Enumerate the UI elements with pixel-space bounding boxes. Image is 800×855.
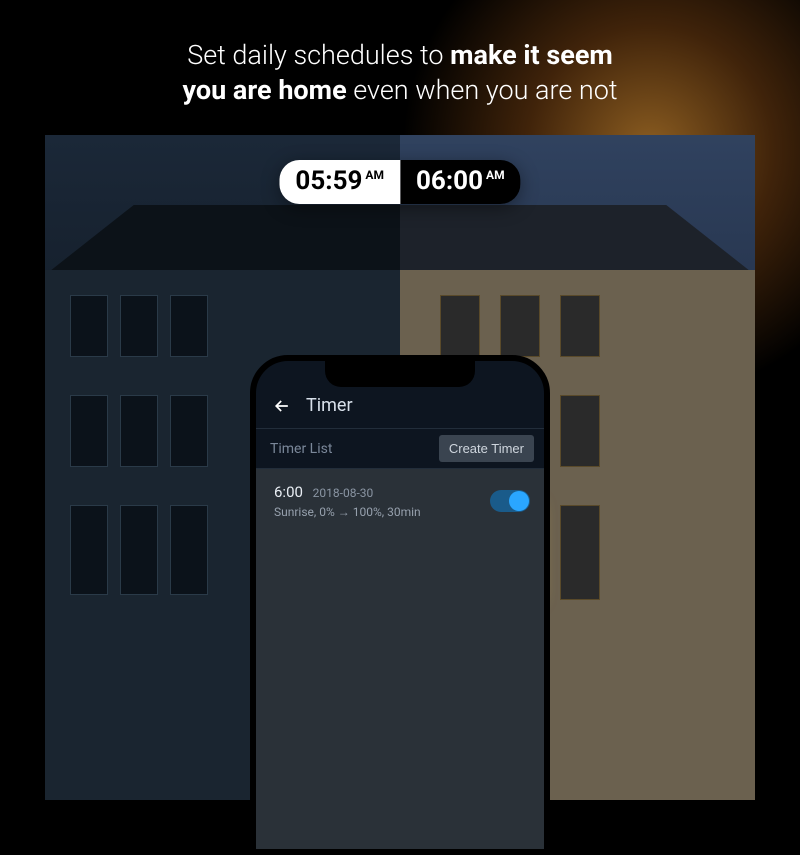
time-after-ampm: AM [486,168,505,182]
timer-item-text: 6:00 2018-08-30 Sunrise, 0% → 100%, 30mi… [274,483,421,519]
timer-list-header: Timer List Create Timer [256,428,544,469]
headline: Set daily schedules to make it seem you … [0,38,800,108]
timer-toggle[interactable] [490,490,530,512]
headline-part2: you are home [182,74,346,106]
timer-date: 2018-08-30 [313,486,374,500]
time-comparison-pill: 05:59 AM 06:00 AM [279,160,520,204]
timer-item[interactable]: 6:00 2018-08-30 Sunrise, 0% → 100%, 30mi… [256,469,544,533]
headline-part1: Set daily schedules to [187,39,450,71]
headline-bold1: make it seem [450,39,613,71]
time-before-value: 05:59 [295,166,362,196]
time-after: 06:00 AM [400,160,521,204]
phone-notch [325,361,475,387]
create-timer-button[interactable]: Create Timer [439,435,534,462]
timer-time: 6:00 [274,483,303,501]
app-title: Timer [306,395,353,416]
time-before: 05:59 AM [279,160,400,204]
timer-list-label: Timer List [270,441,332,457]
time-before-ampm: AM [365,168,384,182]
timer-list: 6:00 2018-08-30 Sunrise, 0% → 100%, 30mi… [256,469,544,849]
back-icon[interactable] [272,396,292,416]
timer-detail: Sunrise, 0% → 100%, 30min [274,505,421,519]
time-after-value: 06:00 [416,166,483,196]
phone-mockup: Timer Timer List Create Timer 6:00 2018-… [250,355,550,855]
headline-part3: even when you are not [347,74,618,106]
app-screen: Timer Timer List Create Timer 6:00 2018-… [256,361,544,849]
toggle-knob [509,491,529,511]
